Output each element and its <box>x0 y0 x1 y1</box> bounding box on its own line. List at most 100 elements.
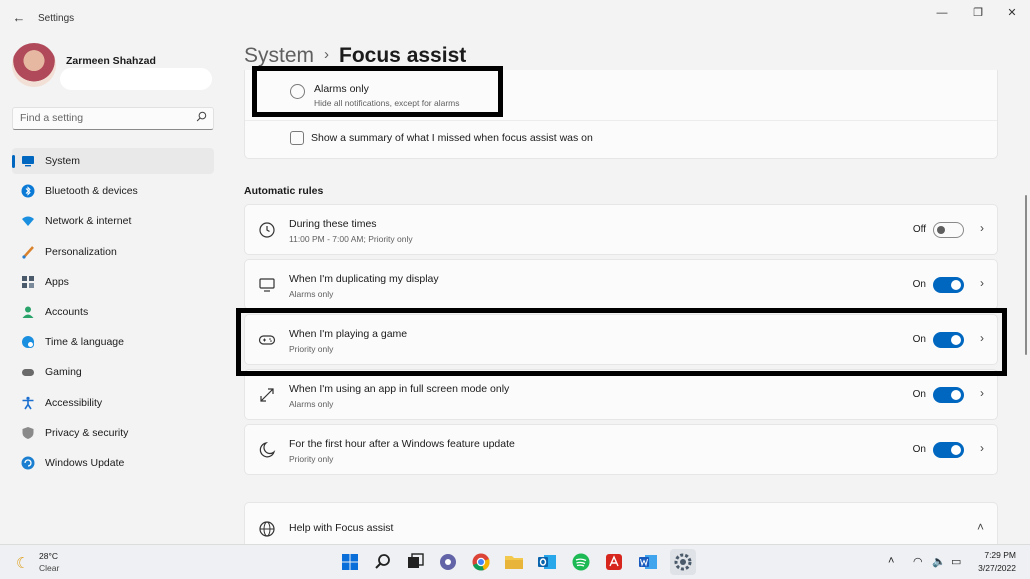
sidebar-item-label: Gaming <box>45 366 82 379</box>
rule-feature-update[interactable]: For the first hour after a Windows featu… <box>244 424 998 475</box>
sidebar-item-label: Time & language <box>45 336 124 349</box>
avatar[interactable] <box>12 43 56 87</box>
alarms-only-title: Alarms only <box>314 83 369 95</box>
weather-temperature[interactable]: 28°C <box>39 551 58 561</box>
sidebar-item-label: System <box>45 155 81 167</box>
sidebar-item-label: Accounts <box>45 305 89 318</box>
sidebar-item-windows-update[interactable]: Windows Update <box>12 450 214 476</box>
rule-duplicating-display[interactable]: When I'm duplicating my display Alarms o… <box>244 259 998 310</box>
rule-title: When I'm using an app in full screen mod… <box>289 383 510 395</box>
person-icon <box>22 306 34 318</box>
show-hidden-icons-chevron-icon[interactable]: ˄ <box>888 555 894 567</box>
outlook-icon[interactable] <box>536 551 558 573</box>
wifi-icon <box>22 216 34 227</box>
help-title: Help with Focus assist <box>289 522 394 534</box>
toggle-state-label: On <box>912 334 926 345</box>
controller-icon <box>22 369 34 377</box>
wifi-icon[interactable]: ◠ <box>913 555 923 568</box>
clock-time[interactable]: 7:29 PM <box>984 550 1016 560</box>
globe-icon <box>259 521 275 537</box>
update-icon <box>21 456 35 470</box>
gamepad-icon <box>258 335 276 345</box>
chevron-right-icon[interactable]: › <box>980 386 984 400</box>
rule-during-these-times[interactable]: During these times 11:00 PM - 7:00 AM; P… <box>244 204 998 255</box>
sidebar-item-label: Privacy & security <box>45 426 129 439</box>
chevron-right-icon[interactable]: › <box>980 221 984 235</box>
volume-icon[interactable]: 🔈 <box>932 555 946 568</box>
sidebar-item-label: Apps <box>45 275 69 288</box>
scrollbar[interactable] <box>1025 195 1027 355</box>
summary-checkbox-label: Show a summary of what I missed when foc… <box>311 132 593 144</box>
sidebar-item-label: Network & internet <box>45 215 132 228</box>
sidebar-item-apps[interactable]: Apps <box>12 269 214 295</box>
search-box[interactable] <box>12 107 214 130</box>
task-view-icon[interactable] <box>404 551 426 573</box>
chevron-right-icon[interactable]: › <box>980 276 984 290</box>
sidebar-item-label: Accessibility <box>45 396 103 409</box>
breadcrumb-separator-icon: › <box>324 46 330 63</box>
search-icon[interactable] <box>372 551 394 573</box>
chevron-right-icon[interactable]: › <box>980 441 984 455</box>
crescent-moon-icon[interactable]: ☾ <box>16 554 29 572</box>
clock-icon <box>259 222 275 238</box>
rule-toggle[interactable] <box>933 442 964 458</box>
sidebar-item-gaming[interactable]: Gaming <box>12 359 214 385</box>
breadcrumb-parent[interactable]: System <box>244 44 314 67</box>
rule-playing-game[interactable]: When I'm playing a game Priority only On… <box>244 314 998 365</box>
back-button[interactable]: ← <box>10 9 28 27</box>
toggle-state-label: On <box>912 444 926 455</box>
rule-title: For the first hour after a Windows featu… <box>289 438 515 450</box>
search-icon[interactable] <box>196 111 207 125</box>
sidebar-item-network[interactable]: Network & internet <box>12 208 214 234</box>
rule-description: Alarms only <box>289 289 334 299</box>
close-button[interactable]: ✕ <box>998 6 1026 20</box>
word-icon[interactable] <box>637 551 659 573</box>
chrome-icon[interactable] <box>470 551 492 573</box>
help-expander[interactable]: Help with Focus assist ˄ <box>244 502 998 548</box>
battery-icon[interactable]: ▭ <box>951 555 961 568</box>
app-title: Settings <box>38 13 75 24</box>
sidebar-item-personalization[interactable]: Personalization <box>12 239 214 265</box>
sidebar-item-label: Bluetooth & devices <box>45 185 138 198</box>
sidebar-item-accessibility[interactable]: Accessibility <box>12 390 214 416</box>
weather-description[interactable]: Clear <box>39 563 59 573</box>
automatic-rules-heading: Automatic rules <box>244 185 324 197</box>
rule-toggle[interactable] <box>933 222 964 238</box>
spotify-icon[interactable] <box>570 551 592 573</box>
settings-app-button[interactable] <box>670 549 696 575</box>
taskbar: ☾ 28°C Clear ˄ ◠ 🔈 ▭ 7:29 PM 3/27/2022 <box>0 544 1030 579</box>
sidebar-item-system[interactable]: System <box>12 148 214 174</box>
title-bar: ← Settings — ❐ ✕ <box>0 0 1030 36</box>
search-input[interactable] <box>20 112 190 124</box>
summary-checkbox[interactable] <box>290 131 304 145</box>
windows-start-icon[interactable] <box>339 551 361 573</box>
accessibility-icon <box>22 396 34 409</box>
rule-full-screen-app[interactable]: When I'm using an app in full screen mod… <box>244 369 998 420</box>
file-explorer-icon[interactable] <box>503 551 525 573</box>
minimize-button[interactable]: — <box>928 6 956 20</box>
sidebar-item-time-language[interactable]: Time & language <box>12 329 214 355</box>
chevron-up-icon[interactable]: ˄ <box>977 520 984 534</box>
rule-title: During these times <box>289 218 377 230</box>
toggle-state-label: On <box>912 279 926 290</box>
chevron-right-icon[interactable]: › <box>980 331 984 345</box>
alarms-only-description: Hide all notifications, except for alarm… <box>314 98 460 108</box>
restore-button[interactable]: ❐ <box>964 6 992 20</box>
display-icon <box>259 278 275 292</box>
rule-toggle[interactable] <box>933 277 964 293</box>
clock-date[interactable]: 3/27/2022 <box>978 563 1016 573</box>
rule-toggle[interactable] <box>933 387 964 403</box>
breadcrumb: System › Focus assist <box>244 44 466 68</box>
sidebar-item-accounts[interactable]: Accounts <box>12 299 214 325</box>
sidebar-item-bluetooth[interactable]: Bluetooth & devices <box>12 178 214 204</box>
redacted-email <box>60 68 212 90</box>
rule-description: 11:00 PM - 7:00 AM; Priority only <box>289 234 413 244</box>
acrobat-icon[interactable] <box>603 551 625 573</box>
sidebar-item-privacy[interactable]: Privacy & security <box>12 420 214 446</box>
alarms-only-radio[interactable] <box>290 84 305 99</box>
rule-toggle[interactable] <box>933 332 964 348</box>
rule-title: When I'm playing a game <box>289 328 408 340</box>
moon-icon <box>259 441 276 458</box>
rule-description: Priority only <box>289 454 334 464</box>
teams-chat-icon[interactable] <box>437 551 459 573</box>
